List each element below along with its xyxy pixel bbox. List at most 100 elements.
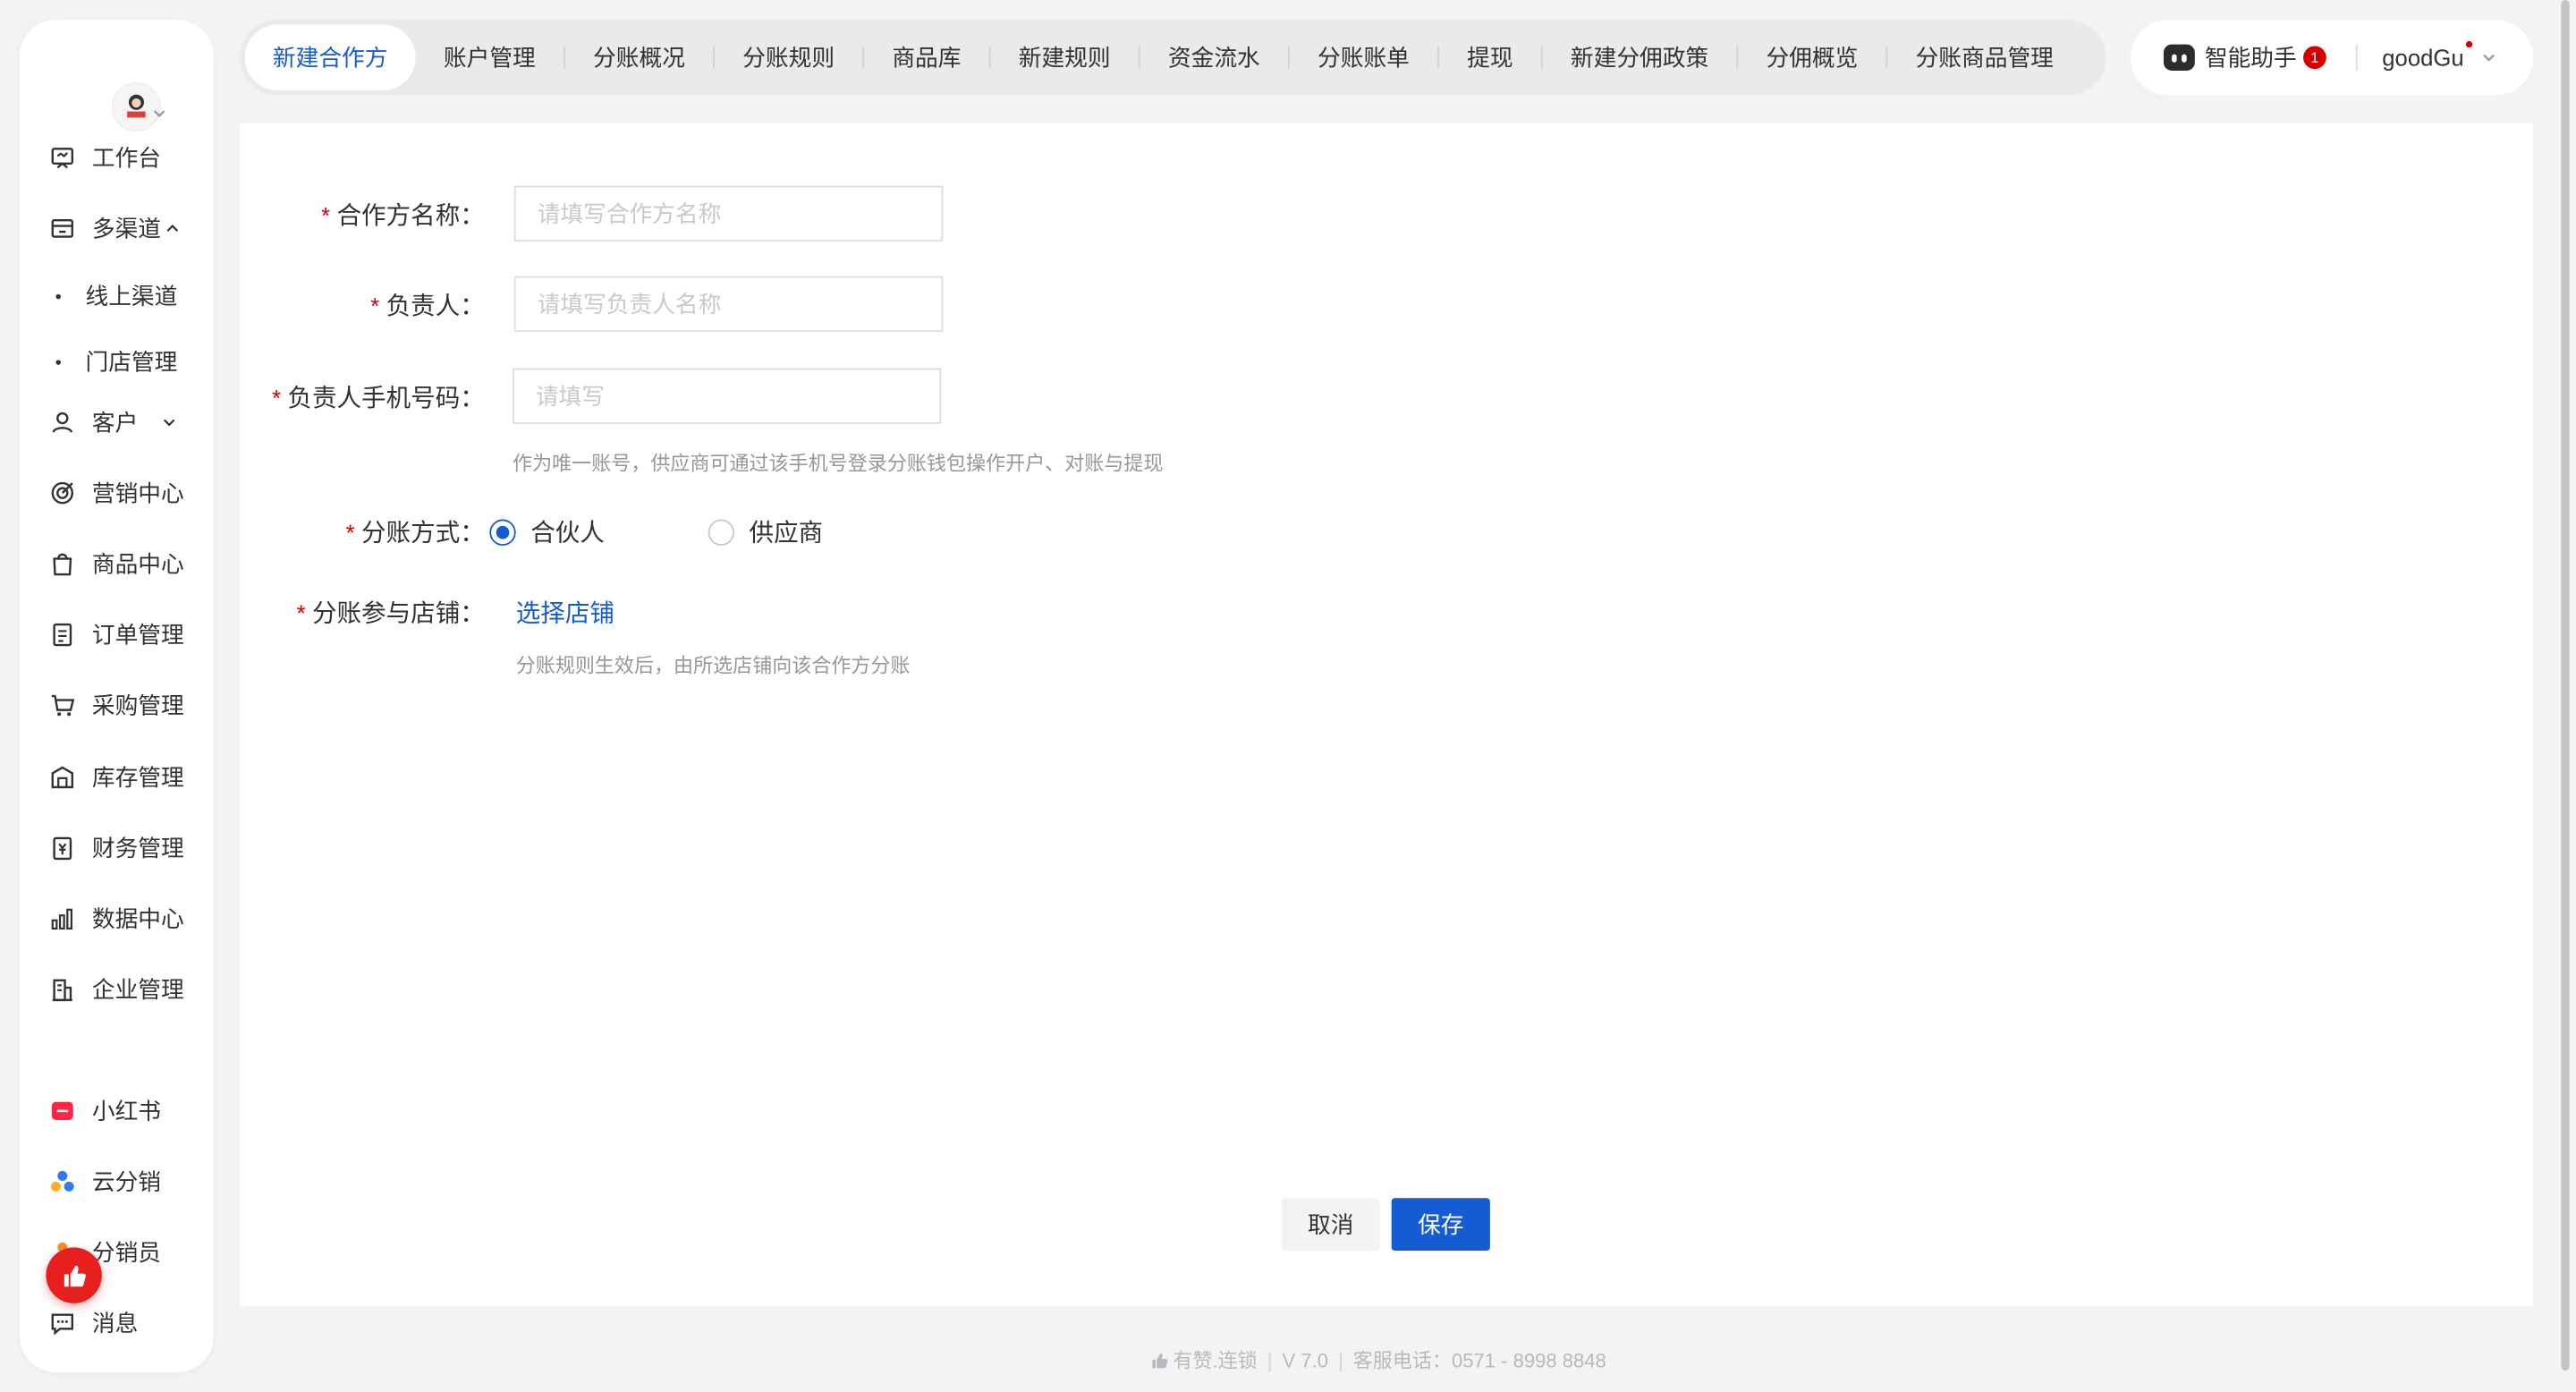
building-icon bbox=[49, 976, 75, 1002]
required-mark: * bbox=[345, 518, 355, 545]
select-stores-link[interactable]: 选择店铺 bbox=[516, 595, 614, 630]
sidebar-item-label: 营销中心 bbox=[91, 480, 184, 506]
sidebar-item-label: 财务管理 bbox=[91, 835, 184, 862]
stores-hint: 分账规则生效后，由所选店铺向该合作方分账 bbox=[515, 654, 911, 677]
required-mark: * bbox=[370, 292, 380, 318]
unread-dot bbox=[2465, 40, 2472, 48]
partner-name-input[interactable]: 请填写合作方名称 bbox=[513, 185, 944, 242]
cloud-distribution-icon bbox=[49, 1168, 75, 1194]
workbench-icon bbox=[49, 145, 75, 171]
phone-hint: 作为唯一账号，供应商可通过该手机号登录分账钱包操作开户、对账与提现 bbox=[513, 452, 1164, 475]
tab-split-product-management[interactable]: 分账商品管理 bbox=[1887, 25, 2081, 90]
footer-version: V 7.0 bbox=[1282, 1348, 1328, 1372]
tab-product-library[interactable]: 商品库 bbox=[864, 25, 989, 90]
sidebar-item-workbench[interactable]: 工作台 bbox=[49, 140, 161, 175]
bullet-icon bbox=[55, 293, 61, 299]
footer-brand: 有赞.连锁 bbox=[1173, 1349, 1258, 1372]
footer: 有赞.连锁 | V 7.0 | 客服电话：0571 - 8998 8848 bbox=[1150, 1346, 1606, 1374]
radio-checked-icon bbox=[489, 518, 516, 545]
sidebar-subitem-online[interactable]: 线上渠道 bbox=[55, 277, 177, 313]
sidebar-item-label: 多渠道 bbox=[91, 215, 161, 242]
partner-name-label: * 合作方名称： bbox=[321, 201, 485, 231]
tab-account-management[interactable]: 账户管理 bbox=[416, 25, 564, 90]
target-icon bbox=[49, 480, 75, 505]
footer-hotline: 客服电话：0571 - 8998 8848 bbox=[1352, 1349, 1606, 1372]
assistant-button[interactable]: 智能助手 1 bbox=[2163, 41, 2326, 74]
user-bar: 智能助手 1 goodGu bbox=[2131, 20, 2534, 96]
cart-icon bbox=[49, 692, 75, 717]
footer-divider: | bbox=[1337, 1348, 1343, 1372]
tab-new-rule[interactable]: 新建规则 bbox=[991, 25, 1139, 90]
tab-new-partner[interactable]: 新建合作方 bbox=[244, 24, 416, 91]
required-mark: * bbox=[296, 598, 306, 626]
tab-commission-overview[interactable]: 分佣概览 bbox=[1738, 25, 1885, 90]
sidebar-item-label: 企业管理 bbox=[91, 976, 184, 1003]
chevron-up-icon bbox=[166, 225, 179, 232]
tab-split-rules[interactable]: 分账规则 bbox=[715, 25, 862, 90]
sidebar-item-label: 采购管理 bbox=[91, 692, 184, 718]
tab-split-bills[interactable]: 分账账单 bbox=[1290, 25, 1437, 90]
owner-input[interactable]: 请填写负责人名称 bbox=[513, 276, 944, 333]
sidebar-item-label: 小红书 bbox=[91, 1098, 161, 1125]
chevron-down-icon[interactable] bbox=[151, 106, 167, 122]
order-icon bbox=[49, 621, 75, 647]
sidebar-item-label: 客户 bbox=[91, 409, 139, 436]
sidebar-item-finance[interactable]: 财务管理 bbox=[49, 830, 184, 866]
sidebar-item-products[interactable]: 商品中心 bbox=[49, 546, 184, 581]
save-button[interactable]: 保存 bbox=[1391, 1198, 1490, 1252]
cancel-button[interactable]: 取消 bbox=[1281, 1198, 1380, 1252]
phone-input[interactable]: 请填写 bbox=[513, 368, 942, 424]
bag-icon bbox=[49, 550, 75, 576]
sidebar-item-customer[interactable]: 客户 bbox=[49, 404, 177, 440]
sidebar-subitem-stores[interactable]: 门店管理 bbox=[55, 344, 177, 379]
warehouse-icon bbox=[49, 764, 75, 790]
split-mode-radio-partner[interactable]: 合伙人 bbox=[489, 514, 605, 549]
chevron-down-icon bbox=[2482, 54, 2495, 62]
sidebar-item-label: 商品中心 bbox=[91, 550, 184, 577]
thumbs-up-icon bbox=[63, 1264, 85, 1286]
sidebar-item-label: 消息 bbox=[91, 1310, 139, 1337]
finance-icon bbox=[49, 835, 75, 861]
stores-label: * 分账参与店铺： bbox=[296, 598, 485, 628]
tab-split-overview[interactable]: 分账概况 bbox=[565, 25, 713, 90]
form-panel: * 合作方名称： 请填写合作方名称 * 负责人： 请填写负责人名称 * 负责人手… bbox=[240, 123, 2534, 1307]
chevron-down-icon bbox=[163, 419, 175, 427]
tab-new-commission-policy[interactable]: 新建分佣政策 bbox=[1543, 25, 1737, 90]
sidebar-item-label: 数据中心 bbox=[91, 905, 184, 932]
sidebar-app-xiaohongshu[interactable]: 小红书 bbox=[49, 1093, 161, 1129]
sidebar-item-label: 云分销 bbox=[91, 1168, 161, 1195]
sidebar-app-cloud-distribution[interactable]: 云分销 bbox=[49, 1164, 161, 1200]
sidebar-item-label: 订单管理 bbox=[91, 621, 184, 648]
sidebar-item-multichannel[interactable]: 多渠道 bbox=[49, 210, 181, 246]
top-tab-bar: 新建合作方 账户管理 分账概况 分账规则 商品库 新建规则 资金流水 分账账单 … bbox=[240, 20, 2106, 96]
user-menu[interactable]: goodGu bbox=[2382, 40, 2496, 71]
sidebar-item-label: 分销员 bbox=[91, 1239, 161, 1266]
sidebar-item-purchase[interactable]: 采购管理 bbox=[49, 687, 184, 723]
sidebar-item-data[interactable]: 数据中心 bbox=[49, 901, 184, 937]
thumbs-up-icon bbox=[1152, 1352, 1168, 1368]
sidebar: 工作台 多渠道 线上渠道 门店管理 客户 营销中心 商品中心 订单管理 采购管理… bbox=[20, 20, 214, 1372]
chart-icon bbox=[49, 905, 75, 931]
like-floating-button[interactable] bbox=[46, 1247, 102, 1303]
radio-unchecked-icon bbox=[708, 518, 735, 545]
tab-fund-flow[interactable]: 资金流水 bbox=[1140, 25, 1288, 90]
user-icon bbox=[49, 409, 75, 435]
sidebar-item-label: 工作台 bbox=[91, 144, 161, 172]
split-mode-label: * 分账方式： bbox=[345, 518, 485, 547]
footer-divider: | bbox=[1267, 1348, 1273, 1372]
tab-withdraw[interactable]: 提现 bbox=[1439, 25, 1541, 90]
owner-label: * 负责人： bbox=[370, 292, 485, 321]
robot-icon bbox=[2163, 44, 2195, 71]
sidebar-app-message[interactable]: 消息 bbox=[49, 1305, 138, 1341]
app-root: 工作台 多渠道 线上渠道 门店管理 客户 营销中心 商品中心 订单管理 采购管理… bbox=[0, 0, 2576, 1392]
sidebar-item-enterprise[interactable]: 企业管理 bbox=[49, 972, 184, 1007]
split-mode-radio-supplier[interactable]: 供应商 bbox=[708, 514, 823, 549]
store-icon bbox=[49, 216, 75, 242]
sidebar-item-marketing[interactable]: 营销中心 bbox=[49, 475, 184, 511]
sidebar-item-orders[interactable]: 订单管理 bbox=[49, 616, 184, 652]
page-scrollbar[interactable] bbox=[2561, 0, 2570, 1371]
xiaohongshu-icon bbox=[49, 1098, 75, 1124]
divider bbox=[2355, 44, 2358, 71]
required-mark: * bbox=[272, 383, 282, 411]
sidebar-item-inventory[interactable]: 库存管理 bbox=[49, 760, 184, 795]
